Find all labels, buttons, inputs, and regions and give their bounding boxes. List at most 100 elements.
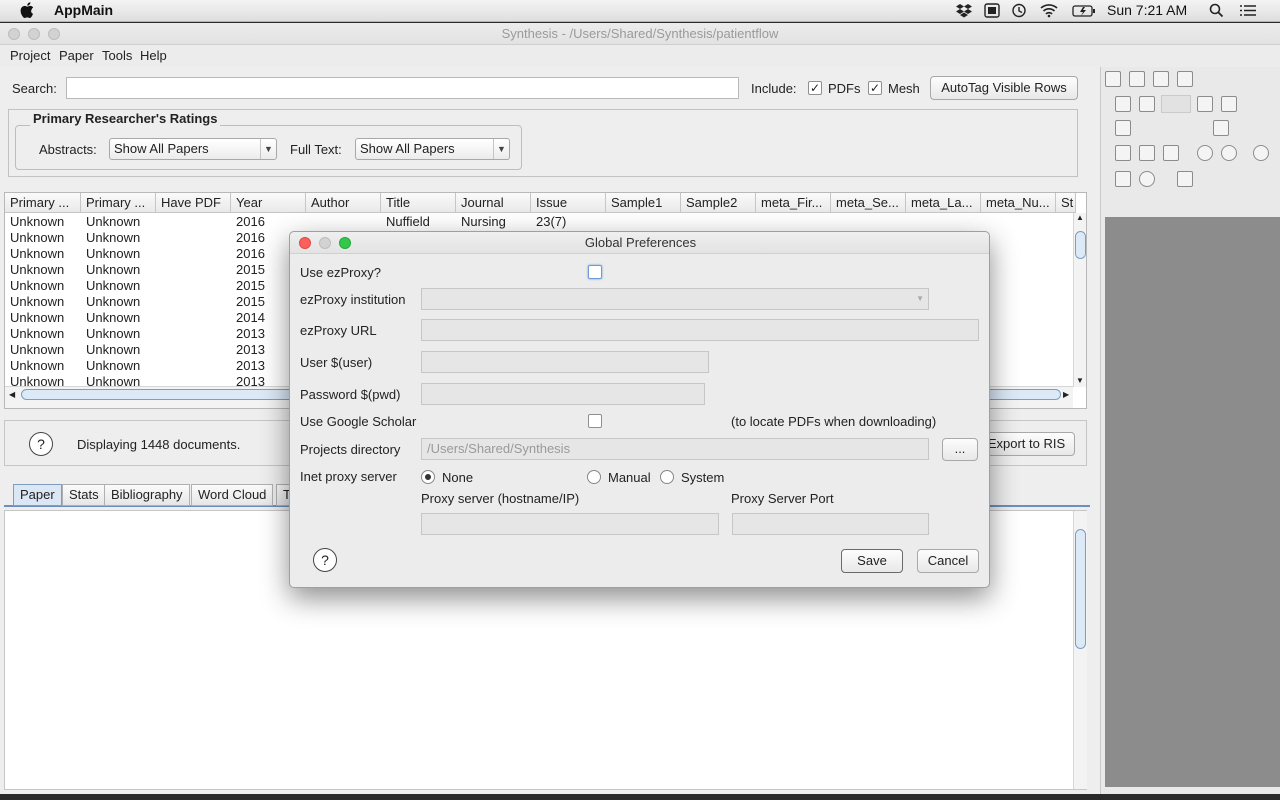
table-cell: Unknown	[86, 326, 141, 341]
column-header[interactable]: St	[1056, 193, 1076, 213]
cancel-button[interactable]: Cancel	[917, 549, 979, 573]
search-input[interactable]	[66, 77, 739, 99]
zoom-in-icon[interactable]	[1213, 120, 1229, 136]
column-header[interactable]: Have PDF	[156, 193, 231, 213]
actual-size-icon[interactable]	[1115, 145, 1131, 161]
menu-paper[interactable]: Paper	[59, 48, 94, 63]
rotate-right-icon[interactable]	[1221, 145, 1237, 161]
page-number-field[interactable]	[1161, 95, 1191, 113]
dialog-help-button[interactable]: ?	[313, 548, 337, 572]
proxy-server-field[interactable]	[421, 513, 719, 535]
proxy-server-label: Proxy server (hostname/IP)	[421, 491, 580, 506]
proxy-none-radio[interactable]	[421, 470, 435, 484]
table-cell	[156, 294, 231, 310]
ezproxy-url-field[interactable]	[421, 319, 979, 341]
menubar-clock[interactable]: Sun 7:21 AM	[1107, 2, 1187, 18]
dropbox-icon[interactable]	[955, 3, 973, 18]
column-header[interactable]: Sample2	[681, 193, 756, 213]
user-field[interactable]	[421, 351, 709, 373]
last-page-icon[interactable]	[1221, 96, 1237, 112]
pdfs-checkbox[interactable]: ✓	[808, 81, 822, 95]
print-icon[interactable]	[1129, 71, 1145, 87]
proxy-manual-radio[interactable]	[587, 470, 601, 484]
tab-paper[interactable]: Paper	[13, 484, 62, 506]
abstracts-filter-select[interactable]: Show All Papers ▼	[109, 138, 277, 160]
save-icon[interactable]	[1105, 71, 1121, 87]
proxy-manual-label: Manual	[608, 470, 651, 485]
proxy-port-field[interactable]	[732, 513, 929, 535]
column-header[interactable]: meta_La...	[906, 193, 981, 213]
browse-directory-button[interactable]: ...	[942, 438, 978, 461]
google-scholar-checkbox[interactable]	[588, 414, 602, 428]
mesh-checkbox[interactable]: ✓	[868, 81, 882, 95]
app-name[interactable]: AppMain	[54, 2, 113, 18]
table-vertical-scrollbar[interactable]: ▲ ▼	[1073, 213, 1086, 387]
scroll-up-icon[interactable]: ▲	[1076, 213, 1084, 222]
previous-page-icon[interactable]	[1139, 96, 1155, 112]
google-scholar-label: Use Google Scholar	[300, 414, 417, 429]
display-menu-icon[interactable]	[983, 3, 1001, 18]
proxy-system-radio[interactable]	[660, 470, 674, 484]
proxy-system-label: System	[681, 470, 725, 485]
autotag-visible-rows-button[interactable]: AutoTag Visible Rows	[930, 76, 1078, 100]
column-header[interactable]: Journal	[456, 193, 531, 213]
magnify-icon[interactable]	[1253, 145, 1269, 161]
projects-directory-field[interactable]: /Users/Shared/Synthesis	[421, 438, 929, 460]
wifi-icon[interactable]	[1040, 3, 1058, 18]
paper-vertical-scrollbar[interactable]	[1073, 511, 1087, 789]
table-cell: 23(7)	[536, 214, 567, 229]
fit-width-icon[interactable]	[1163, 145, 1179, 161]
scroll-right-icon[interactable]: ▶	[1063, 390, 1069, 399]
table-scroll-thumb[interactable]	[1075, 231, 1086, 259]
column-header[interactable]: Issue	[531, 193, 606, 213]
abstracts-label: Abstracts:	[39, 142, 97, 157]
notification-center-icon[interactable]	[1239, 3, 1257, 18]
text-annotation-icon[interactable]	[1115, 171, 1131, 187]
note-icon[interactable]	[1177, 171, 1193, 187]
ezproxy-institution-select[interactable]: ▼	[421, 288, 929, 310]
fulltext-filter-select[interactable]: Show All Papers ▼	[355, 138, 510, 160]
column-header[interactable]: Primary ...	[81, 193, 156, 213]
table-cell: Unknown	[10, 246, 65, 261]
spotlight-search-icon[interactable]	[1208, 3, 1226, 18]
column-header[interactable]: Sample1	[606, 193, 681, 213]
column-header[interactable]: meta_Fir...	[756, 193, 831, 213]
column-header[interactable]: Title	[381, 193, 456, 213]
zoom-out-icon[interactable]	[1115, 120, 1131, 136]
ratings-title: Primary Researcher's Ratings	[30, 111, 221, 126]
tab-word-cloud[interactable]: Word Cloud	[191, 484, 274, 506]
export-ris-button[interactable]: Export to RIS	[978, 432, 1075, 456]
apple-menu-icon[interactable]	[20, 2, 34, 22]
rotate-left-icon[interactable]	[1197, 145, 1213, 161]
tab-bibliography[interactable]: Bibliography	[104, 484, 190, 506]
column-header[interactable]: Year	[231, 193, 306, 213]
tab-stats[interactable]: Stats	[62, 484, 106, 506]
column-header[interactable]: meta_Se...	[831, 193, 906, 213]
use-ezproxy-checkbox[interactable]	[588, 265, 602, 279]
pdf-page-canvas[interactable]	[1105, 217, 1280, 787]
table-cell	[156, 278, 231, 294]
password-field[interactable]	[421, 383, 705, 405]
paper-scroll-thumb[interactable]	[1075, 529, 1086, 649]
menu-help[interactable]: Help	[140, 48, 167, 63]
menu-project[interactable]: Project	[10, 48, 50, 63]
save-button[interactable]: Save	[841, 549, 903, 573]
fit-page-icon[interactable]	[1139, 145, 1155, 161]
next-page-icon[interactable]	[1197, 96, 1213, 112]
first-page-icon[interactable]	[1115, 96, 1131, 112]
column-header[interactable]: meta_Nu...	[981, 193, 1056, 213]
battery-icon[interactable]	[1072, 3, 1096, 18]
page-icon[interactable]	[1177, 71, 1193, 87]
main-help-button[interactable]: ?	[29, 432, 53, 456]
column-header[interactable]: Author	[306, 193, 381, 213]
use-ezproxy-label: Use ezProxy?	[300, 265, 381, 280]
scroll-left-icon[interactable]: ◀	[9, 390, 15, 399]
comment-icon[interactable]	[1139, 171, 1155, 187]
menu-tools[interactable]: Tools	[102, 48, 132, 63]
find-icon[interactable]	[1153, 71, 1169, 87]
inet-proxy-label: Inet proxy server	[300, 469, 397, 484]
table-row[interactable]: Unknown Unknown 2016 Nuffield Nursing 23(7)	[5, 214, 1073, 230]
column-header[interactable]: Primary ...	[5, 193, 81, 213]
scroll-down-icon[interactable]: ▼	[1076, 376, 1084, 385]
time-machine-icon[interactable]	[1010, 3, 1028, 18]
